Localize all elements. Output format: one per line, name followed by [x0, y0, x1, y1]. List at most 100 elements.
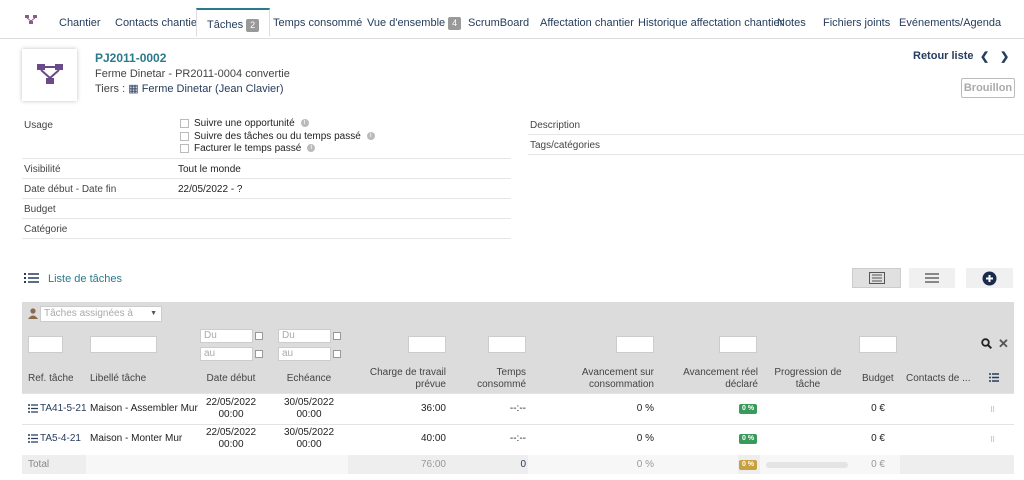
plus-circle-icon: [982, 271, 997, 286]
header-progression[interactable]: Progression de tâche: [770, 367, 846, 391]
visibility-row: Visibilité Tout le monde: [22, 158, 511, 179]
row-divider: [22, 393, 1014, 394]
placeholder: Du: [282, 330, 295, 341]
budget-row: Budget: [22, 198, 511, 219]
description-row: Description: [528, 114, 1024, 135]
visibility-value: Tout le monde: [178, 164, 241, 175]
header-label[interactable]: Libellé tâche: [90, 373, 146, 385]
total-filler: [86, 455, 348, 474]
retour-liste-link[interactable]: Retour liste: [913, 50, 974, 62]
filter-avcons-input[interactable]: [616, 336, 654, 353]
task-avreel-badge: 0 %: [739, 434, 758, 444]
tab-temps-consomme[interactable]: Temps consommé: [273, 8, 362, 38]
previous-arrow-icon[interactable]: ❮: [980, 50, 989, 63]
next-arrow-icon[interactable]: ❯: [1000, 50, 1009, 63]
header-avcons[interactable]: Avancement sur consommation: [560, 367, 654, 391]
task-label: Maison - Assembler Mur: [90, 403, 198, 414]
tab-affectation-chantier[interactable]: Affectation chantier: [540, 8, 634, 38]
project-label: Ferme Dinetar - PR2011-0004 convertie: [95, 68, 290, 80]
filter-end-du-input[interactable]: Du: [278, 329, 331, 343]
task-ref-link[interactable]: TA41-5-21: [40, 403, 87, 415]
calendar-icon[interactable]: [255, 332, 263, 340]
clear-filter-icon[interactable]: ✕: [998, 336, 1009, 352]
header-ref[interactable]: Ref. tâche: [28, 373, 74, 385]
task-start: 22/05/2022 00:00: [200, 427, 262, 451]
tab-evenements-agenda[interactable]: Evénements/Agenda: [899, 8, 1001, 38]
task-ref-link[interactable]: TA5-4-21: [40, 433, 81, 445]
tab-contacts-chantier[interactable]: Contacts chantier: [115, 8, 201, 38]
column-selector-icon[interactable]: [989, 373, 999, 385]
checkbox[interactable]: [180, 131, 189, 141]
assigned-select[interactable]: Tâches assignées à ▼: [40, 306, 162, 322]
placeholder: Du: [204, 330, 217, 341]
project-logo: [22, 49, 77, 101]
list-view-button[interactable]: [852, 268, 901, 288]
usage-option-facturer[interactable]: Facturer le temps passé i: [180, 143, 316, 154]
usage-option-opportunite[interactable]: Suivre une opportunité i: [180, 118, 309, 129]
header-charge-line2: prévue: [415, 379, 446, 390]
header-charge[interactable]: Charge de travail prévue: [360, 367, 446, 391]
tab-vue-ensemble[interactable]: Vue d'ensemble 4: [367, 8, 462, 38]
tab-scrumboard[interactable]: ScrumBoard: [468, 8, 529, 38]
visibility-label: Visibilité: [24, 164, 61, 175]
calendar-icon[interactable]: [333, 332, 341, 340]
usage-option-label: Facturer le temps passé: [194, 143, 302, 154]
description-label: Description: [530, 120, 581, 131]
header-avreel[interactable]: Avancement réel déclaré: [672, 367, 758, 391]
task-start-time: 00:00: [218, 409, 244, 420]
total-avcons: 0 %: [636, 459, 654, 470]
filter-avreel-input[interactable]: [719, 336, 757, 353]
task-list-icon: [24, 272, 39, 288]
header-avreel-line2: déclaré: [725, 379, 758, 390]
task-charge: 36:00: [420, 403, 446, 414]
filter-start-du-input[interactable]: Du: [200, 329, 253, 343]
filter-end-au-input[interactable]: au: [278, 347, 331, 361]
tab-notes[interactable]: Notes: [777, 8, 806, 38]
filter-budget-input[interactable]: [859, 336, 897, 353]
header-end[interactable]: Echéance: [278, 373, 340, 385]
tiers-link[interactable]: Ferme Dinetar (Jean Clavier): [142, 83, 284, 95]
header-start[interactable]: Date début: [200, 373, 262, 385]
calendar-icon[interactable]: [333, 350, 341, 358]
total-label: Total: [28, 459, 50, 470]
total-avreel-badge: 0 %: [739, 460, 758, 470]
header-contacts[interactable]: Contacts de ...: [906, 373, 970, 385]
category-row: Catégorie: [22, 218, 511, 239]
task-start-time: 00:00: [218, 439, 244, 450]
placeholder: au: [204, 348, 216, 359]
tab-taches[interactable]: Tâches 2: [196, 8, 271, 37]
add-task-button[interactable]: [966, 268, 1013, 288]
header-avcons-line1: Avancement sur: [581, 367, 654, 378]
kanban-view-button[interactable]: [909, 268, 955, 288]
task-budget: 0 €: [871, 433, 885, 444]
task-end-time: 00:00: [296, 409, 322, 420]
header-budget[interactable]: Budget: [862, 373, 894, 385]
total-charge: 76:00: [420, 459, 446, 470]
info-icon: i: [366, 132, 375, 141]
drag-handle-icon[interactable]: ⠿: [990, 436, 995, 444]
filter-charge-input[interactable]: [408, 336, 446, 353]
assigned-placeholder: Tâches assignées à: [44, 308, 133, 319]
header-temps[interactable]: Temps consommé: [466, 367, 526, 391]
project-icon[interactable]: [25, 15, 37, 28]
dates-row: Date début - Date fin 22/05/2022 - ?: [22, 178, 511, 199]
tab-chantier[interactable]: Chantier: [59, 8, 101, 38]
filter-ref-input[interactable]: [28, 336, 63, 353]
checkbox[interactable]: [180, 118, 189, 128]
status-badge: Brouillon: [961, 78, 1015, 98]
tab-fichiers-joints[interactable]: Fichiers joints: [823, 8, 890, 38]
usage-option-taches[interactable]: Suivre des tâches ou du temps passé i: [180, 131, 375, 142]
search-icon[interactable]: [981, 338, 993, 352]
usage-option-label: Suivre une opportunité: [194, 118, 295, 129]
drag-handle-icon[interactable]: ⠿: [990, 406, 995, 414]
checkbox[interactable]: [180, 143, 189, 153]
task-avcons: 0 %: [636, 403, 654, 414]
tab-historique-affectation[interactable]: Historique affectation chantier: [638, 8, 783, 38]
filter-label-input[interactable]: [90, 336, 157, 353]
task-label: Maison - Monter Mur: [90, 433, 183, 444]
info-icon: i: [307, 144, 316, 153]
tab-taches-label: Tâches: [207, 19, 244, 31]
filter-start-au-input[interactable]: au: [200, 347, 253, 361]
calendar-icon[interactable]: [255, 350, 263, 358]
filter-temps-input[interactable]: [488, 336, 526, 353]
